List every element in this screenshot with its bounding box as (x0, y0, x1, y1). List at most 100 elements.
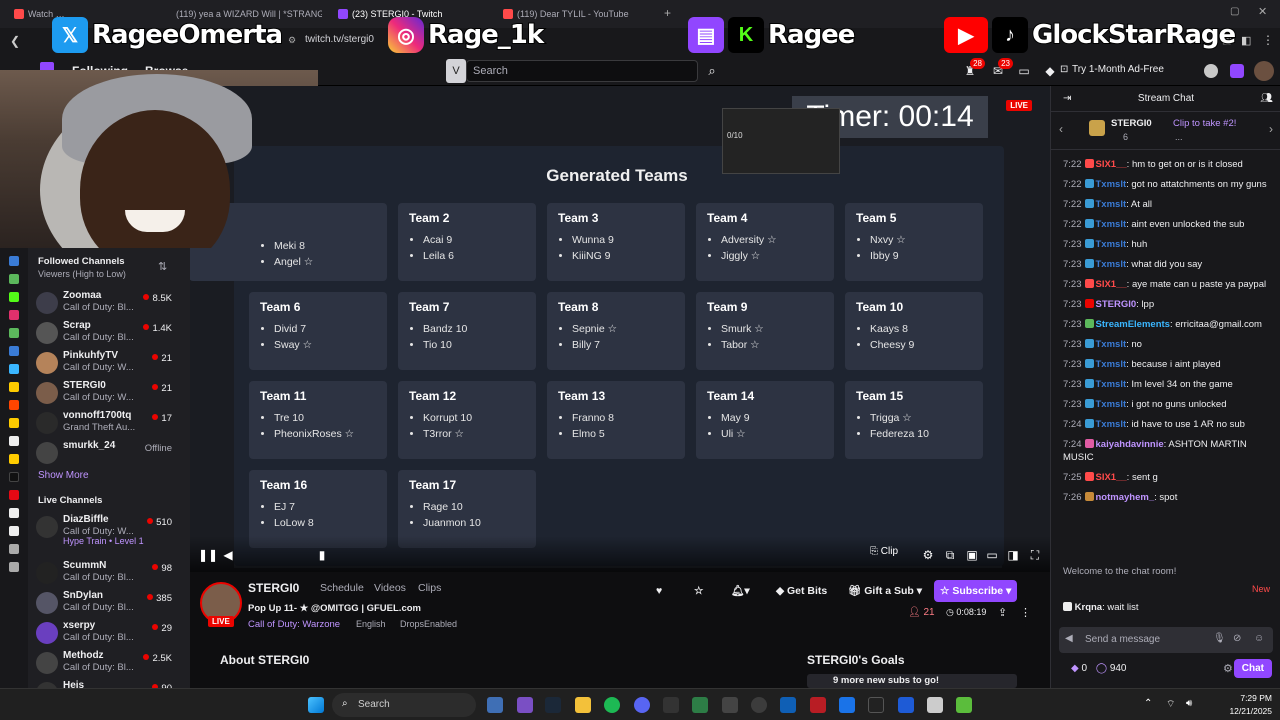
chat-username[interactable]: STERGI0 (1096, 299, 1137, 310)
prev-arrow-icon[interactable]: ‹ (1059, 122, 1063, 136)
spotify-icon[interactable] (604, 697, 620, 713)
tab-clips[interactable]: Clips (418, 582, 441, 594)
tab-schedule[interactable]: Schedule (320, 582, 364, 594)
taskbar-clock[interactable]: 7:29 PM 12/21/2025 (1229, 692, 1272, 718)
ext-icon[interactable] (9, 256, 19, 266)
channel-name[interactable]: STERGI0 (248, 581, 299, 595)
vpn-extension-icon[interactable]: V (446, 59, 466, 83)
chat-username[interactable]: Txmslt (1096, 219, 1127, 230)
file-explorer-icon[interactable] (575, 697, 591, 713)
app-icon[interactable] (898, 697, 914, 713)
chat-username[interactable]: Txmslt (1096, 419, 1127, 430)
subscribe-button[interactable]: ☆ Subscribe ▾ (934, 580, 1018, 602)
xbox-icon[interactable] (692, 697, 708, 713)
tab-videos[interactable]: Videos (374, 582, 406, 594)
windows-start-icon[interactable] (308, 697, 324, 713)
video-player[interactable]: Generated Teams Meki 8Angel ☆ Team 2 Acai … (190, 86, 1050, 572)
channel-points[interactable]: ◆ 0 ◯ 940 (1071, 663, 1127, 674)
adfree-link[interactable]: Try 1-Month Ad-Free (1072, 64, 1164, 75)
ext-icon[interactable] (9, 274, 19, 284)
sidebar-channel[interactable]: vonnoff1700tq Grand Theft Au... 17 (34, 410, 176, 438)
chat-username[interactable]: Txmslt (1096, 179, 1127, 190)
app-icon[interactable] (810, 697, 826, 713)
mic-icon[interactable]: ▮ (314, 547, 330, 563)
chat-username[interactable]: SIX1__ (1096, 159, 1127, 170)
new-tab-plus-icon[interactable]: + (664, 6, 671, 20)
app-icon[interactable] (517, 697, 533, 713)
collapse-chat-icon[interactable]: ⇥ (1063, 86, 1071, 112)
game-link[interactable]: Call of Duty: Warzone (248, 619, 340, 630)
sidebar-channel[interactable]: Methodz Call of Duty: Bl... 2.5K (34, 650, 176, 678)
add-icon[interactable] (9, 544, 19, 554)
settings-gear-icon[interactable]: ⚙ (920, 547, 936, 563)
bits-gem-icon[interactable]: ◆ (1042, 63, 1058, 79)
ext-icon[interactable] (9, 328, 19, 338)
ext-icon[interactable] (9, 418, 19, 428)
settings-icon[interactable] (9, 562, 19, 572)
app-icon[interactable] (868, 697, 884, 713)
sidebar-channel[interactable]: xserpy Call of Duty: Bl... 29 (34, 620, 176, 648)
app-icon[interactable] (663, 697, 679, 713)
steam-icon[interactable] (545, 697, 561, 713)
popout-icon[interactable]: ⧉ (942, 547, 958, 563)
ext-icon[interactable] (9, 364, 19, 374)
show-more-link[interactable]: Show More (38, 470, 89, 481)
tag-drops[interactable]: DropsEnabled (400, 619, 457, 629)
chat-username[interactable]: Txmslt (1096, 359, 1127, 370)
gift-sub-button[interactable]: 🎁︎ Gift a Sub ▾ (842, 580, 928, 602)
sidebar-channel[interactable]: Scrap Call of Duty: Bl... 1.4K (34, 320, 176, 348)
app-icon[interactable] (722, 697, 738, 713)
emote-icon[interactable]: ☺ (1254, 633, 1264, 644)
avatar[interactable] (1254, 61, 1274, 81)
next-arrow-icon[interactable]: › (1269, 122, 1273, 136)
users-icon[interactable]: 👥︎ (1260, 86, 1273, 112)
x-icon[interactable] (9, 436, 19, 446)
url-field[interactable]: twitch.tv/stergi0 (305, 34, 374, 45)
pip-icon[interactable]: ▭ (984, 547, 1000, 563)
app-icon[interactable] (839, 697, 855, 713)
pinned-banner[interactable]: ‹ STERGI0 6 Clip to take #2! ... › (1051, 112, 1280, 150)
notification-bell-icon[interactable]: 🔔︎▾ (725, 580, 756, 602)
app-icon[interactable] (956, 697, 972, 713)
get-bits-button[interactable]: ◆ Get Bits (770, 580, 833, 602)
search-icon[interactable]: ⌕ (700, 60, 724, 82)
sidebar-channel[interactable]: PinkuhfyTV Call of Duty: W... 21 (34, 350, 176, 378)
chat-username[interactable]: SIX1__ (1096, 472, 1127, 483)
chat-gear-icon[interactable]: ⚙ (1223, 662, 1233, 675)
sidebar-icon[interactable]: ◧ (1241, 34, 1251, 47)
obs-icon[interactable] (751, 697, 767, 713)
follow-heart-icon[interactable]: ♥ (650, 580, 668, 602)
ext-icon[interactable] (9, 346, 19, 356)
app-icon[interactable] (780, 697, 796, 713)
wifi-icon[interactable]: ⌔ (1166, 698, 1175, 711)
chat-username[interactable]: Txmslt (1096, 399, 1127, 410)
tiktok-icon[interactable] (9, 472, 19, 482)
prime-crown-icon[interactable]: ♜ 28 (962, 58, 985, 79)
app-icon[interactable] (927, 697, 943, 713)
bits-icon[interactable]: ⊘ (1233, 633, 1241, 644)
pause-icon[interactable]: ❚❚ (198, 547, 218, 563)
ext-icon[interactable] (9, 382, 19, 392)
chat-username[interactable]: Txmslt (1096, 199, 1127, 210)
chat-username[interactable]: Txmslt (1096, 239, 1127, 250)
sort-icon[interactable]: ⇅ (158, 260, 167, 273)
more-options-icon[interactable]: ⋮ (1020, 606, 1031, 619)
sidebar-channel[interactable]: SnDylan Call of Duty: Bl... 385 (34, 590, 176, 618)
sidebar-channel[interactable]: STERGI0 Call of Duty: W... 21 (34, 380, 176, 408)
volume-icon[interactable]: 🔊︎ (1186, 698, 1192, 709)
chat-send-button[interactable]: Chat (1233, 659, 1272, 678)
tag-english[interactable]: English (356, 619, 386, 629)
theatre-icon[interactable]: ▣ (964, 547, 980, 563)
reddit-icon[interactable] (9, 400, 19, 410)
chat-username[interactable]: Krqna (1075, 602, 1102, 613)
netflix-icon[interactable] (9, 490, 19, 500)
back-arrow-icon[interactable]: ❮ (10, 34, 20, 48)
inbox-icon[interactable]: ✉ 23 (990, 58, 1013, 79)
close-icon[interactable]: ✕ (1258, 5, 1267, 18)
new-messages-label[interactable]: New (1252, 584, 1270, 594)
sidebar-channel[interactable]: Zoomaa Call of Duty: Bl... 8.5K (34, 290, 176, 318)
chat-settings-icon[interactable]: ◀ (1065, 633, 1073, 644)
sidebar-channel[interactable]: smurkk_24 Offline (34, 440, 176, 468)
taskbar-search[interactable]: Search (332, 693, 476, 717)
extension-icon[interactable] (1204, 64, 1218, 78)
